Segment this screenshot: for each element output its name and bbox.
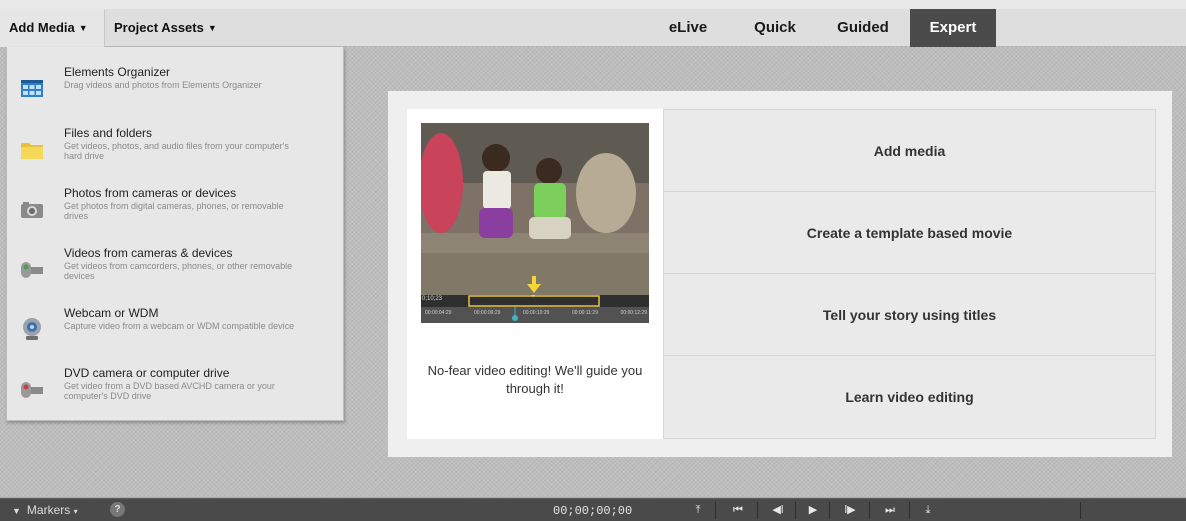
divider [757, 502, 758, 519]
divider [715, 502, 716, 519]
camcorder-icon [21, 262, 43, 278]
preview-timeline [421, 283, 649, 323]
timeline-code: 00:00:04:29 [425, 310, 452, 316]
timeline-code: 00:00:12:29 [620, 310, 647, 316]
tab-guided[interactable]: Guided [822, 9, 904, 47]
option-add-media[interactable]: Add media [664, 110, 1155, 192]
dropdown-item-dvd[interactable]: DVD camera or computer drive Get video f… [7, 366, 343, 424]
step-back-icon[interactable]: ◀ǀ [767, 501, 789, 520]
dropdown-item-webcam[interactable]: Webcam or WDM Capture video from a webca… [7, 306, 343, 364]
tab-quick[interactable]: Quick [740, 9, 810, 47]
bottom-bar: ▼ Markers ▾ ? 00;00;00;00 ⤒ ⏮ ◀ǀ ▶ ǀ▶ ⏭ ⤓ [0, 498, 1186, 521]
option-titles-story[interactable]: Tell your story using titles [664, 274, 1155, 356]
next-edit-icon[interactable]: ⏭ [879, 501, 901, 520]
project-assets-menu[interactable]: Project Assets ▼ [105, 9, 345, 47]
go-to-end-icon[interactable]: ⤓ [917, 501, 939, 520]
project-assets-label: Project Assets [114, 20, 204, 35]
welcome-options: Add media Create a template based movie … [663, 109, 1156, 439]
divider [795, 502, 796, 519]
dropdown-item-title: Photos from cameras or devices [64, 186, 237, 200]
divider [909, 502, 910, 519]
dropdown-item-photos-cameras[interactable]: Photos from cameras or devices Get photo… [7, 186, 343, 244]
dropdown-item-desc: Get videos, photos, and audio files from… [64, 141, 289, 161]
dropdown-item-desc: Get video from a DVD based AVCHD camera … [64, 381, 275, 401]
camera-icon [21, 202, 43, 218]
timeline-code: 00:00:10:29 [522, 310, 550, 316]
timecode-display: 00;00;00;00 [553, 504, 633, 518]
markers-menu[interactable]: ▼ Markers ▾ [12, 503, 78, 517]
tab-expert[interactable]: Expert [910, 9, 996, 47]
timeline-codes: 00:00:04:29 00:00:09:29 00:00:10:29 00:0… [425, 310, 647, 316]
timeline-start: 0;10;23 [422, 296, 443, 302]
option-learn-editing[interactable]: Learn video editing [664, 356, 1155, 438]
previous-edit-icon[interactable]: ⏮ [727, 501, 749, 520]
divider [869, 502, 870, 519]
dropdown-item-organizer[interactable]: Elements Organizer Drag videos and photo… [7, 65, 343, 123]
markers-label: Markers [26, 503, 71, 517]
dropdown-item-videos-cameras[interactable]: Videos from cameras & devices Get videos… [7, 246, 343, 304]
triangle-down-icon: ▼ [12, 506, 21, 516]
add-media-menu[interactable]: Add Media ▼ [0, 9, 105, 47]
caret-down-icon: ▼ [78, 23, 88, 33]
add-media-label: Add Media [9, 20, 75, 35]
dropdown-item-desc: Get photos from digital cameras, phones,… [64, 201, 284, 221]
dropdown-item-title: Files and folders [64, 126, 153, 140]
caret-down-icon: ▾ [73, 507, 78, 516]
dropdown-item-desc: Capture video from a webcam or WDM compa… [64, 321, 295, 331]
preview-image [421, 123, 649, 295]
dropdown-item-files-folders[interactable]: Files and folders Get videos, photos, an… [7, 126, 343, 184]
webcam-icon [23, 318, 41, 340]
folder-icon [21, 143, 43, 159]
organizer-grid-icon [21, 80, 43, 97]
option-template-movie[interactable]: Create a template based movie [664, 192, 1155, 274]
help-icon[interactable]: ? [110, 502, 125, 517]
dropdown-item-title: Webcam or WDM [64, 306, 159, 320]
go-to-start-icon[interactable]: ⤒ [687, 501, 709, 520]
dropdown-item-title: DVD camera or computer drive [64, 366, 230, 380]
step-forward-icon[interactable]: ǀ▶ [839, 501, 861, 520]
dvd-camcorder-icon [21, 382, 43, 398]
dropdown-item-desc: Get videos from camcorders, phones, or o… [64, 261, 293, 281]
dropdown-item-title: Elements Organizer [64, 65, 171, 79]
timeline-code: 00:00:11:29 [571, 310, 598, 316]
arrow-down-icon [527, 276, 541, 293]
timeline-code: 00:00:09:29 [473, 310, 501, 316]
divider [829, 502, 830, 519]
play-icon[interactable]: ▶ [802, 501, 824, 520]
dropdown-item-title: Videos from cameras & devices [64, 246, 233, 260]
dropdown-item-desc: Drag videos and photos from Elements Org… [64, 80, 262, 90]
tab-elive[interactable]: eLive [652, 9, 724, 47]
divider [1080, 502, 1081, 519]
add-media-dropdown: Elements Organizer Drag videos and photo… [6, 47, 344, 421]
welcome-tagline: No-fear video editing! We'll guide you t… [427, 363, 643, 396]
caret-down-icon: ▼ [207, 23, 217, 33]
